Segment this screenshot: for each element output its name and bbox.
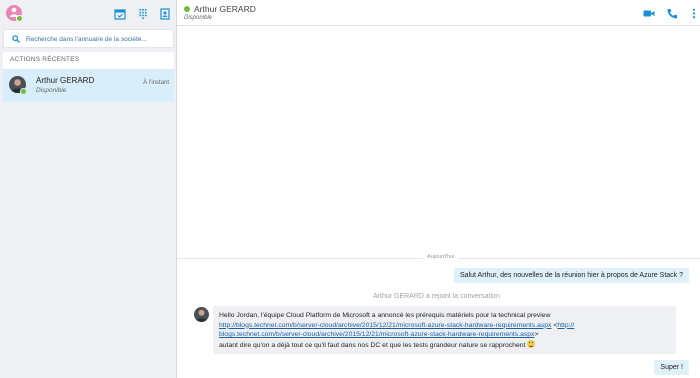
search-icon bbox=[12, 35, 20, 43]
conversation-pane: Arthur GERARD Disponible Aujourd'hui Sal… bbox=[177, 0, 700, 378]
conversation-title[interactable]: Arthur GERARD bbox=[194, 4, 256, 14]
smiley-emoji-icon bbox=[527, 339, 536, 348]
sidebar: ACTIONS RÉCENTES Arthur GERARD Disponibl… bbox=[0, 0, 177, 378]
presence-available-icon bbox=[184, 6, 190, 12]
conversation-status: Disponible bbox=[184, 15, 213, 21]
presence-available-icon bbox=[16, 15, 23, 22]
outgoing-message: Super ! bbox=[654, 360, 689, 375]
more-options-icon[interactable] bbox=[688, 8, 700, 19]
presence-available-icon bbox=[20, 88, 27, 95]
contact-name: Arthur GERARD bbox=[36, 76, 95, 85]
system-message: Arthur GERARD a rejoint la conversation bbox=[373, 293, 500, 300]
contact-status: Disponible bbox=[36, 87, 67, 94]
message-text: Hello Jordan, l'équipe Cloud Platform de… bbox=[219, 312, 551, 319]
directory-search[interactable] bbox=[3, 29, 174, 48]
message-link[interactable]: http://blogs.technet.com/b/server-cloud/… bbox=[219, 322, 551, 329]
sidebar-toolbar bbox=[0, 0, 177, 28]
dialpad-icon[interactable] bbox=[137, 8, 149, 20]
message-link-wrapped[interactable]: http:// bbox=[557, 322, 574, 329]
contact-timestamp: À l'instant bbox=[143, 80, 169, 86]
section-title: ACTIONS RÉCENTES bbox=[10, 56, 80, 63]
day-label: Aujourd'hui bbox=[423, 254, 459, 260]
sender-avatar bbox=[194, 307, 209, 322]
calendar-icon[interactable] bbox=[114, 8, 126, 20]
message-text: autant dire qu'on a déjà tout ce qu'il f… bbox=[219, 341, 526, 349]
phone-call-icon[interactable] bbox=[666, 8, 678, 19]
outgoing-message: Salut Arthur, des nouvelles de la réunio… bbox=[454, 268, 689, 283]
recent-actions-section: ACTIONS RÉCENTES Arthur GERARD Disponibl… bbox=[3, 52, 174, 102]
incoming-message: Hello Jordan, l'équipe Cloud Platform de… bbox=[213, 306, 676, 354]
conversation-header: Arthur GERARD Disponible bbox=[177, 0, 700, 26]
message-link-wrapped-cont[interactable]: blogs.technet.com/b/server-cloud/archive… bbox=[219, 331, 534, 338]
contacts-book-icon[interactable] bbox=[159, 8, 171, 20]
video-call-icon[interactable] bbox=[643, 8, 655, 19]
recent-contact-item[interactable]: Arthur GERARD Disponible À l'instant bbox=[3, 69, 174, 102]
search-input[interactable] bbox=[26, 32, 171, 46]
